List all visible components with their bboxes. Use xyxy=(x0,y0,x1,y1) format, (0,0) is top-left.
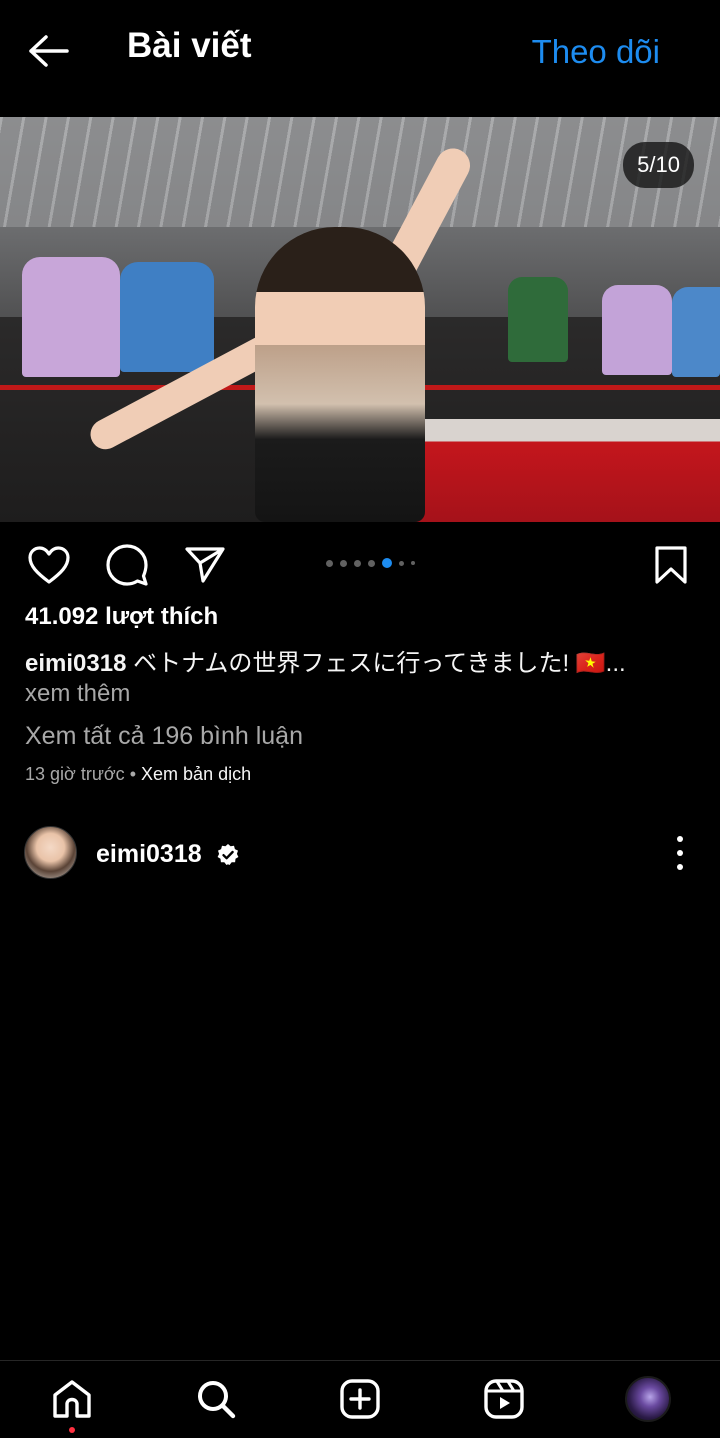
photo-figure xyxy=(508,277,568,362)
photo-figure xyxy=(22,257,120,377)
arrow-left-icon xyxy=(29,35,69,67)
carousel-dot xyxy=(354,559,361,567)
post-meta: 13 giờ trước • Xem bản dịch xyxy=(25,764,251,785)
back-button[interactable] xyxy=(22,24,76,78)
create-post-icon xyxy=(340,1379,380,1419)
meta-separator: • xyxy=(129,764,137,784)
photo-table xyxy=(404,419,720,522)
comment-bubble-icon xyxy=(106,544,148,586)
reels-icon xyxy=(484,1379,524,1419)
avatar[interactable] xyxy=(24,826,77,879)
more-vertical-icon xyxy=(677,836,683,842)
nav-search[interactable] xyxy=(192,1375,240,1423)
page-title: Bài viết xyxy=(127,26,252,65)
verified-badge-icon xyxy=(217,844,239,865)
nav-reels[interactable] xyxy=(480,1375,528,1423)
like-count[interactable]: 41.092 lượt thích xyxy=(25,603,218,631)
carousel-dot xyxy=(399,560,404,566)
save-button[interactable] xyxy=(648,542,694,588)
photo-figure xyxy=(602,285,672,375)
carousel-dots xyxy=(326,558,415,568)
more-vertical-icon xyxy=(677,864,683,870)
bookmark-icon xyxy=(655,546,687,584)
caption-username[interactable]: eimi0318 xyxy=(25,650,126,677)
post-actions xyxy=(0,530,720,598)
author-username[interactable]: eimi0318 xyxy=(96,840,202,869)
home-icon xyxy=(53,1380,91,1418)
carousel-dot xyxy=(326,559,333,567)
paper-plane-icon xyxy=(185,547,225,583)
nav-profile[interactable] xyxy=(624,1375,672,1423)
photo-figure xyxy=(672,287,720,377)
carousel-dot xyxy=(411,561,415,565)
caption-text: ベトナムの世界フェスに行ってきました! 🇻🇳... xyxy=(133,650,626,677)
translate-link[interactable]: Xem bản dịch xyxy=(141,764,251,784)
more-options-button[interactable] xyxy=(668,836,692,870)
top-bar: Bài viết Theo dõi xyxy=(0,0,720,110)
notification-dot xyxy=(69,1427,75,1433)
nav-create[interactable] xyxy=(336,1375,384,1423)
search-icon xyxy=(198,1381,236,1419)
nav-home[interactable] xyxy=(48,1375,96,1423)
share-button[interactable] xyxy=(182,542,228,588)
post-timestamp: 13 giờ trước xyxy=(25,764,125,784)
bottom-navigation xyxy=(0,1360,720,1438)
heart-icon xyxy=(28,546,70,584)
photo-ceiling xyxy=(0,117,720,227)
author-row: eimi0318 xyxy=(24,826,704,880)
view-comments-link[interactable]: Xem tất cả 196 bình luận xyxy=(25,722,303,751)
follow-button[interactable]: Theo dõi xyxy=(532,33,660,71)
like-button[interactable] xyxy=(26,542,72,588)
comment-button[interactable] xyxy=(104,542,150,588)
post-image[interactable] xyxy=(0,117,720,522)
carousel-dot-active xyxy=(382,558,392,568)
more-vertical-icon xyxy=(677,850,683,856)
see-more-link[interactable]: xem thêm xyxy=(25,680,130,708)
carousel-dot xyxy=(340,559,347,567)
image-counter-badge: 5/10 xyxy=(623,142,694,188)
photo-subject xyxy=(255,227,425,522)
photo-figure xyxy=(120,262,214,372)
carousel-dot xyxy=(368,559,375,567)
caption: eimi0318 ベトナムの世界フェスに行ってきました! 🇻🇳... xyxy=(25,643,705,678)
profile-avatar xyxy=(625,1376,671,1422)
